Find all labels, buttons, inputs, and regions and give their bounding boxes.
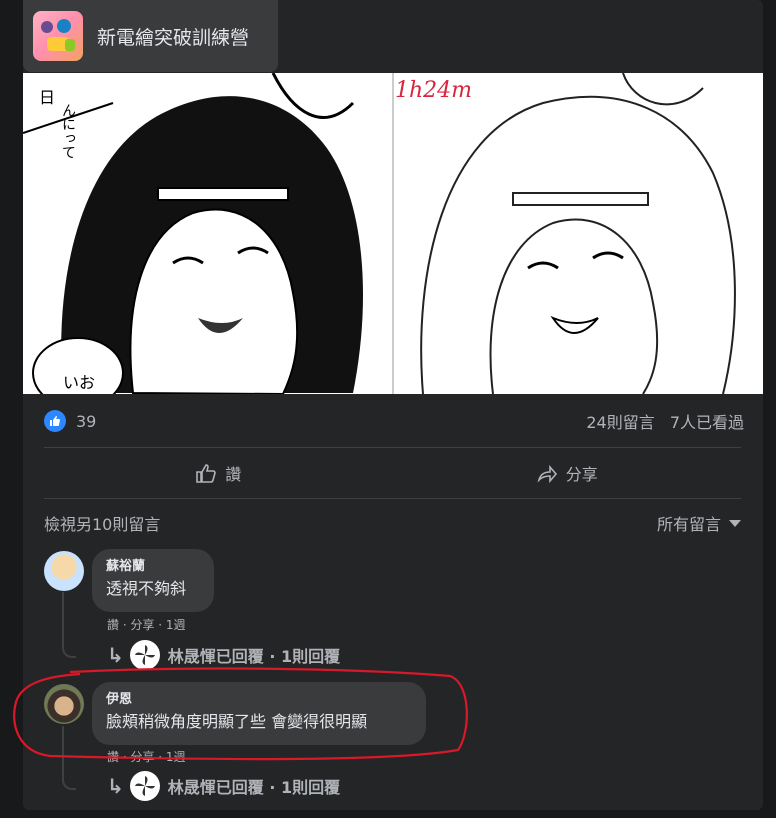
post-actions: 讚 分享 [44, 448, 741, 498]
share-button[interactable]: 分享 [393, 448, 742, 498]
views-count[interactable]: 7人已看過 [670, 413, 744, 432]
sort-label: 所有留言 [656, 515, 721, 534]
replier-avatar [129, 640, 160, 670]
like-count[interactable]: 39 [76, 412, 96, 431]
view-replies-link[interactable]: ↳ 林晟惲已回覆 · 1則回覆 [107, 771, 340, 801]
reply-summary: 林晟惲已回覆 · 1則回覆 [167, 647, 341, 666]
comment-text: 臉頰稍微角度明顯了些 會變得很明顯 [106, 712, 368, 731]
comment-meta[interactable]: 讚 · 分享 · 1週 [107, 748, 186, 765]
manga-text-2: んにって [60, 103, 76, 159]
comments-count[interactable]: 24則留言 [586, 413, 654, 432]
replier-avatar [129, 771, 160, 801]
thread-line [62, 592, 76, 658]
comment-sort-dropdown[interactable]: 所有留言 [657, 511, 741, 535]
share-icon [537, 464, 557, 484]
thumbs-up-icon [196, 464, 217, 483]
timer-label: 1h24m [395, 78, 473, 103]
avatar[interactable] [44, 551, 84, 591]
group-name[interactable]: 新電繪突破訓練營 [97, 23, 249, 50]
share-label: 分享 [565, 465, 598, 484]
comment-meta[interactable]: 讚 · 分享 · 1週 [107, 616, 186, 633]
comment-author[interactable]: 伊恩 [106, 691, 412, 709]
reply-arrow-icon: ↳ [107, 643, 124, 667]
manga-text-3: いお [63, 373, 95, 392]
comment-bubble: 蘇裕蘭 透視不夠斜 [92, 549, 214, 612]
manga-text-1: 日 [39, 88, 55, 107]
reply-arrow-icon: ↳ [107, 774, 124, 798]
view-more-comments-link[interactable]: 檢視另10則留言 [44, 511, 160, 535]
post-image[interactable]: 日 んにって いお [23, 73, 763, 394]
avatar[interactable] [44, 684, 84, 724]
like-label: 讚 [225, 465, 242, 484]
comments-header: 檢視另10則留言 所有留言 [44, 510, 741, 536]
like-reaction-icon[interactable] [44, 410, 66, 432]
reactions-bar: 39 24則留言 7人已看過 [44, 406, 744, 436]
divider [44, 498, 741, 499]
comment-text: 透視不夠斜 [106, 579, 187, 598]
like-button[interactable]: 讚 [44, 448, 393, 498]
chevron-down-icon [729, 519, 741, 527]
comment-author[interactable]: 蘇裕蘭 [106, 558, 200, 576]
thread-line [62, 726, 76, 790]
reply-summary: 林晟惲已回覆 · 1則回覆 [167, 778, 341, 797]
comment-bubble: 伊恩 臉頰稍微角度明顯了些 會變得很明顯 [92, 682, 426, 745]
group-avatar[interactable] [33, 11, 83, 61]
group-header[interactable]: 新電繪突破訓練營 [23, 0, 278, 72]
view-replies-link[interactable]: ↳ 林晟惲已回覆 · 1則回覆 [107, 640, 340, 670]
